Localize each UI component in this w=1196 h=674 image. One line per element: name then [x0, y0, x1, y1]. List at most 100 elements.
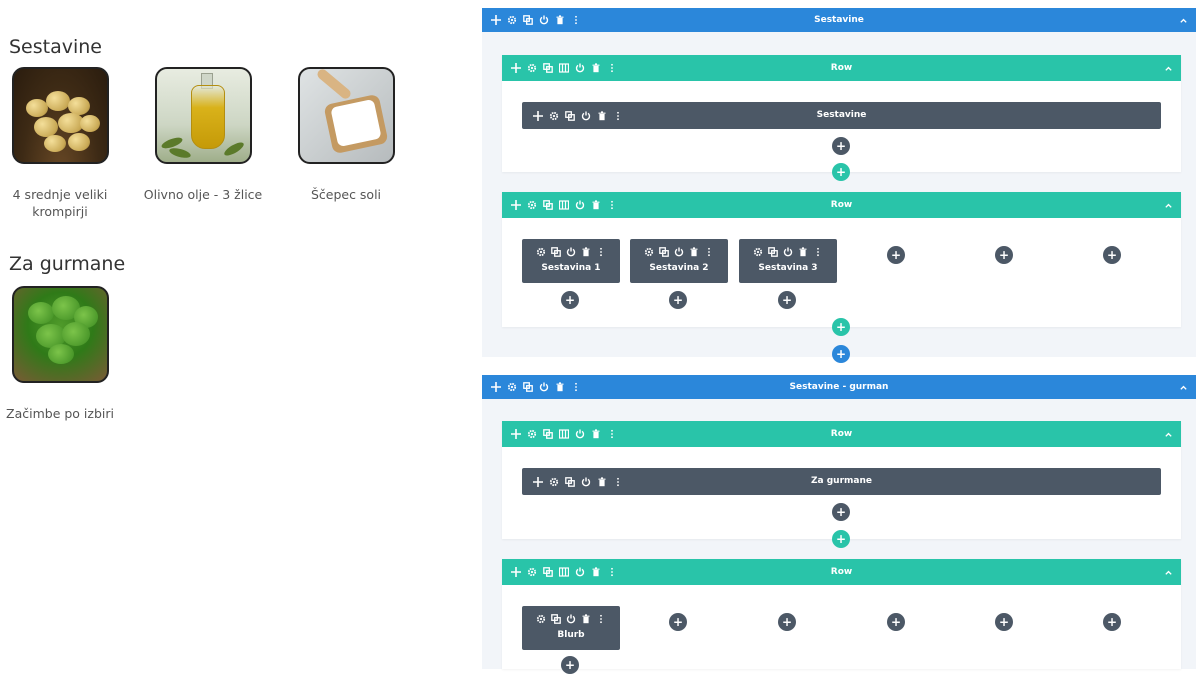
power-icon[interactable] — [674, 247, 685, 258]
trash-icon[interactable] — [554, 382, 565, 393]
power-icon[interactable] — [783, 247, 794, 258]
power-icon[interactable] — [580, 476, 591, 487]
more-icon[interactable] — [606, 429, 617, 440]
gear-icon[interactable] — [506, 382, 517, 393]
move-icon[interactable] — [532, 110, 543, 121]
columns-icon[interactable] — [558, 200, 569, 211]
add-module-button[interactable]: + — [887, 246, 905, 264]
more-icon[interactable] — [596, 614, 607, 625]
more-icon[interactable] — [704, 247, 715, 258]
gear-icon[interactable] — [536, 614, 547, 625]
trash-icon[interactable] — [689, 247, 700, 258]
move-icon[interactable] — [490, 15, 501, 26]
power-icon[interactable] — [574, 429, 585, 440]
more-icon[interactable] — [570, 15, 581, 26]
gear-icon[interactable] — [753, 247, 764, 258]
duplicate-icon[interactable] — [768, 247, 779, 258]
trash-icon[interactable] — [581, 247, 592, 258]
trash-icon[interactable] — [596, 476, 607, 487]
duplicate-icon[interactable] — [659, 247, 670, 258]
add-section-button[interactable]: + — [832, 345, 850, 363]
gear-icon[interactable] — [526, 200, 537, 211]
power-icon[interactable] — [574, 63, 585, 74]
add-module-button[interactable]: + — [995, 613, 1013, 631]
power-icon[interactable] — [574, 567, 585, 578]
add-module-button[interactable]: + — [561, 291, 579, 309]
duplicate-icon[interactable] — [542, 200, 553, 211]
section-header[interactable]: Sestavine — [482, 8, 1196, 32]
row-header[interactable]: Row — [502, 421, 1181, 447]
duplicate-icon[interactable] — [551, 247, 562, 258]
add-module-button[interactable]: + — [995, 246, 1013, 264]
add-module-button[interactable]: + — [778, 291, 796, 309]
add-module-button[interactable]: + — [832, 503, 850, 521]
columns-icon[interactable] — [558, 567, 569, 578]
row-header[interactable]: Row — [502, 192, 1181, 218]
row-header[interactable]: Row — [502, 559, 1181, 585]
add-row-button[interactable]: + — [832, 530, 850, 548]
columns-icon[interactable] — [558, 63, 569, 74]
trash-icon[interactable] — [596, 110, 607, 121]
more-icon[interactable] — [570, 382, 581, 393]
gear-icon[interactable] — [526, 63, 537, 74]
duplicate-icon[interactable] — [522, 382, 533, 393]
trash-icon[interactable] — [798, 247, 809, 258]
chevron-up-icon[interactable] — [1164, 559, 1173, 585]
more-icon[interactable] — [606, 200, 617, 211]
add-module-button[interactable]: + — [561, 656, 579, 674]
trash-icon[interactable] — [581, 614, 592, 625]
more-icon[interactable] — [612, 476, 623, 487]
duplicate-icon[interactable] — [551, 614, 562, 625]
gear-icon[interactable] — [526, 429, 537, 440]
add-module-button[interactable]: + — [778, 613, 796, 631]
add-module-button[interactable]: + — [1103, 613, 1121, 631]
module-sestavina-1[interactable]: Sestavina 1 — [522, 239, 620, 283]
add-row-button[interactable]: + — [832, 318, 850, 336]
module-sestavina-3[interactable]: Sestavina 3 — [739, 239, 837, 283]
columns-icon[interactable] — [558, 429, 569, 440]
power-icon[interactable] — [580, 110, 591, 121]
gear-icon[interactable] — [506, 15, 517, 26]
duplicate-icon[interactable] — [522, 15, 533, 26]
section-header[interactable]: Sestavine - gurman — [482, 375, 1196, 399]
chevron-up-icon[interactable] — [1164, 421, 1173, 447]
gear-icon[interactable] — [548, 110, 559, 121]
duplicate-icon[interactable] — [542, 567, 553, 578]
add-module-button[interactable]: + — [1103, 246, 1121, 264]
more-icon[interactable] — [596, 247, 607, 258]
power-icon[interactable] — [574, 200, 585, 211]
trash-icon[interactable] — [590, 567, 601, 578]
more-icon[interactable] — [606, 567, 617, 578]
add-row-button[interactable]: + — [832, 163, 850, 181]
chevron-up-icon[interactable] — [1164, 55, 1173, 81]
gear-icon[interactable] — [526, 567, 537, 578]
move-icon[interactable] — [510, 63, 521, 74]
chevron-up-icon[interactable] — [1164, 192, 1173, 218]
gear-icon[interactable] — [536, 247, 547, 258]
move-icon[interactable] — [510, 567, 521, 578]
trash-icon[interactable] — [590, 429, 601, 440]
duplicate-icon[interactable] — [542, 429, 553, 440]
move-icon[interactable] — [532, 476, 543, 487]
move-icon[interactable] — [510, 429, 521, 440]
move-icon[interactable] — [490, 382, 501, 393]
move-icon[interactable] — [510, 200, 521, 211]
module-sestavine[interactable]: Sestavine — [522, 102, 1161, 129]
more-icon[interactable] — [813, 247, 824, 258]
more-icon[interactable] — [612, 110, 623, 121]
add-module-button[interactable]: + — [887, 613, 905, 631]
module-blurb[interactable]: Blurb — [522, 606, 620, 650]
gear-icon[interactable] — [548, 476, 559, 487]
gear-icon[interactable] — [644, 247, 655, 258]
module-sestavina-2[interactable]: Sestavina 2 — [630, 239, 728, 283]
add-module-button[interactable]: + — [669, 291, 687, 309]
power-icon[interactable] — [566, 247, 577, 258]
add-module-button[interactable]: + — [832, 137, 850, 155]
duplicate-icon[interactable] — [564, 110, 575, 121]
duplicate-icon[interactable] — [564, 476, 575, 487]
trash-icon[interactable] — [590, 63, 601, 74]
row-header[interactable]: Row — [502, 55, 1181, 81]
power-icon[interactable] — [538, 382, 549, 393]
trash-icon[interactable] — [590, 200, 601, 211]
more-icon[interactable] — [606, 63, 617, 74]
